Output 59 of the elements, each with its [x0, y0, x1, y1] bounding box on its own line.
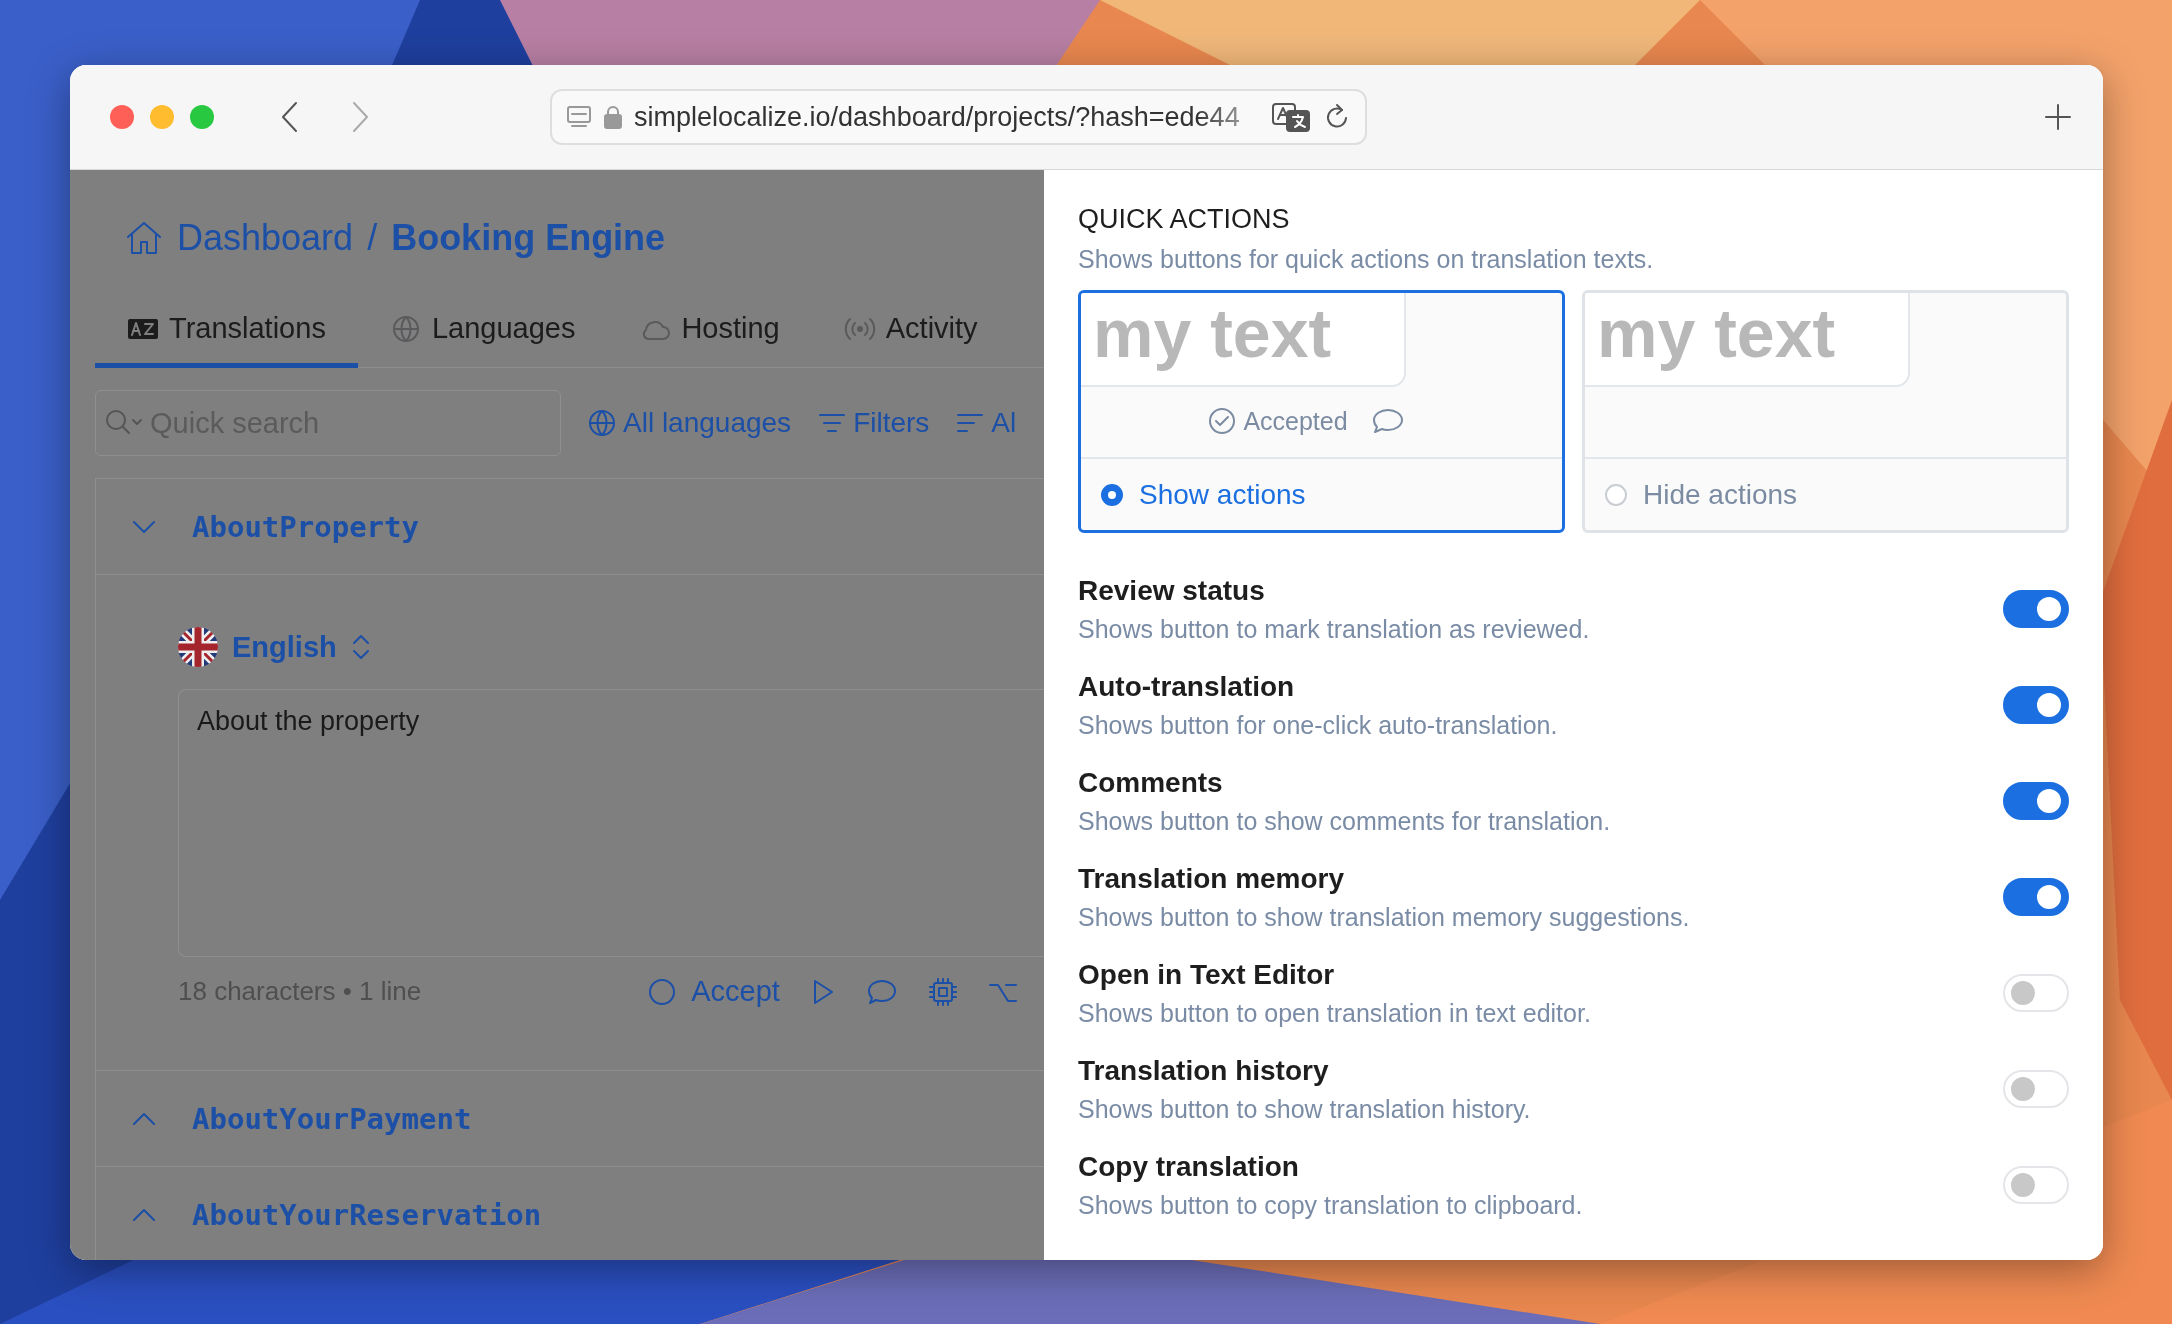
check-circle-icon: [1207, 406, 1238, 436]
toggle-switch[interactable]: [2003, 686, 2069, 724]
translate-icon[interactable]: [1271, 102, 1311, 132]
sidebar-icon[interactable]: [566, 104, 592, 130]
translation-key[interactable]: AboutProperty: [192, 509, 419, 544]
toggle-switch[interactable]: [2003, 782, 2069, 820]
setting-title: Copy translation: [1078, 1150, 1300, 1183]
url-text: simplelocalize.io/dashboard/projects/?hash=ede44: [634, 101, 1241, 133]
setting-title: Comments: [1078, 766, 1224, 799]
circle-icon: [647, 976, 678, 1007]
lock-icon: [604, 105, 622, 129]
option-card[interactable]: my text Hide actions: [1582, 290, 2069, 533]
toolbar-link[interactable]: All languages: [587, 407, 792, 439]
toggle-switch[interactable]: [2003, 878, 2069, 916]
address-bar[interactable]: simplelocalize.io/dashboard/projects/?hash=ede44: [550, 89, 1367, 145]
language-selector[interactable]: English: [232, 630, 337, 664]
setting-description: Shows button to copy translation to clipboard.: [1078, 1190, 1583, 1220]
flag-icon: [178, 627, 218, 667]
setting-title: Auto-translation: [1078, 670, 1296, 703]
breadcrumb-separator: /: [367, 217, 378, 259]
accepted-label: Accepted: [1207, 406, 1348, 436]
option-card[interactable]: my text Accepted Show actions: [1078, 290, 1565, 533]
new-tab-icon[interactable]: [2043, 102, 2073, 132]
section-title: QUICK ACTIONS: [1078, 204, 1291, 235]
translation-key[interactable]: AboutYourPayment: [192, 1101, 472, 1136]
breadcrumb-link[interactable]: Dashboard: [177, 217, 354, 259]
breadcrumb-current[interactable]: Booking Engine: [391, 217, 666, 259]
setting-description: Shows button to show comments for translation.: [1078, 806, 1611, 836]
tab[interactable]: Hosting: [607, 298, 812, 368]
chip-icon[interactable]: [927, 976, 958, 1007]
setting-description: Shows button for one-click auto-translation.: [1078, 710, 1558, 740]
toolbar-link[interactable]: Al: [955, 407, 1017, 439]
toolbar-link[interactable]: Filters: [817, 407, 930, 439]
setting-description: Shows button to show translation memory suggestions.: [1078, 902, 1690, 932]
minimize-button[interactable]: [150, 105, 174, 129]
up-down-icon[interactable]: [350, 633, 371, 661]
toggle-switch[interactable]: [2003, 590, 2069, 628]
setting-description: Shows button to mark translation as reviewed.: [1078, 614, 1590, 644]
radio-label[interactable]: Hide actions: [1643, 478, 1798, 511]
setting-description: Shows button to open translation in text editor.: [1078, 998, 1591, 1028]
setting-title: Review status: [1078, 574, 1266, 607]
preview-text: my text: [1092, 294, 1332, 373]
accept-button[interactable]: Accept: [647, 975, 780, 1008]
setting-title: Open in Text Editor: [1078, 958, 1336, 991]
tab[interactable]: Translations: [95, 298, 358, 368]
globe-icon: [587, 408, 617, 438]
zoom-button[interactable]: [190, 105, 214, 129]
setting-description: Shows button to show translation history.: [1078, 1094, 1531, 1124]
tab[interactable]: Languages: [357, 298, 608, 368]
setting-title: Translation history: [1078, 1054, 1330, 1087]
radio-button[interactable]: [1101, 483, 1123, 506]
setting-title: Translation memory: [1078, 862, 1346, 895]
preview-text: my text: [1596, 294, 1836, 373]
radio-label[interactable]: Show actions: [1139, 478, 1306, 511]
section-description: Shows buttons for quick actions on translation texts.: [1078, 245, 1655, 274]
tab[interactable]: Activity: [811, 298, 1010, 368]
close-button[interactable]: [110, 105, 134, 129]
home-icon[interactable]: [125, 220, 163, 256]
translation-key[interactable]: AboutYourReservation: [192, 1197, 542, 1232]
